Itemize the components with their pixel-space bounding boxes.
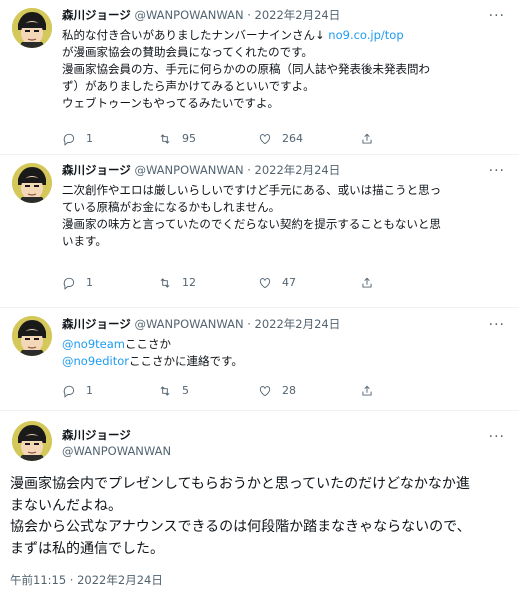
tweet-line: まないんだよね。 <box>10 497 122 514</box>
like-count: 28 <box>282 384 296 397</box>
reply-button[interactable]: 1 <box>62 384 93 398</box>
more-icon[interactable]: ··· <box>489 430 505 444</box>
author-handle[interactable]: @WANPOWANWAN <box>62 444 171 458</box>
tweet-line: ず）がありましたら声かけてみるといいですよ。 <box>62 79 315 93</box>
tweet-line: 漫画家協会内でプレゼンしてもらおうかと思っていたのだけどなかなか進 <box>10 476 470 492</box>
tweet-line: 協会から公式なアナウンスできるのは何段階か踏まなきゃならないので、 <box>10 519 471 535</box>
tweet-1[interactable]: 森川ジョージ @WANPOWANWAN · 2022年2月24日 ··· 私的な… <box>0 0 519 155</box>
author-name[interactable]: 森川ジョージ <box>62 317 131 331</box>
tweet-timestamp[interactable]: 午前11:15 · 2022年2月24日 <box>10 572 163 588</box>
retweet-icon <box>160 278 170 288</box>
tweet-line: 私的な付き合いがありましたナンバーナインさん↓ no9.co.jp/top <box>62 28 404 42</box>
tweet-line: @no9teamここさか <box>62 337 171 351</box>
tweet-text: 二次創作やエロは厳しいらしいですけど手元にある、或いは描こうと思っ ている原稿が… <box>62 182 510 250</box>
tweet-text: @no9teamここさか @no9editorここさかに連絡です。 <box>62 336 510 370</box>
share-icon <box>362 385 372 396</box>
tweet-header: 森川ジョージ @WANPOWANWAN · 2022年2月24日 <box>62 316 340 332</box>
author-name[interactable]: 森川ジョージ <box>62 163 131 177</box>
tweet-3[interactable]: 森川ジョージ @WANPOWANWAN · 2022年2月24日 ··· @no… <box>0 308 519 411</box>
retweet-button[interactable]: 5 <box>158 384 189 398</box>
tweet-line: 二次創作やエロは厳しいらしいですけど手元にある、或いは描こうと思っ <box>62 183 442 197</box>
author-name[interactable]: 森川ジョージ <box>62 8 131 22</box>
mention-link[interactable]: @no9editor <box>62 354 129 368</box>
avatar[interactable] <box>12 316 52 356</box>
like-count: 47 <box>282 276 296 289</box>
share-button[interactable] <box>360 276 374 290</box>
retweet-button[interactable]: 12 <box>158 276 196 290</box>
tweet-date[interactable]: 2022年2月24日 <box>255 8 341 22</box>
tweet-line: が漫画家協会の賛助会員になってくれたのです。 <box>62 45 313 59</box>
more-icon[interactable]: ··· <box>489 164 505 178</box>
tweet-line: ている原稿がお金になるかもしれません。 <box>62 200 281 214</box>
retweet-count: 12 <box>182 276 196 289</box>
retweet-button[interactable]: 95 <box>158 132 196 146</box>
reply-count: 1 <box>86 384 93 397</box>
reply-icon <box>63 277 75 290</box>
reply-button[interactable]: 1 <box>62 132 93 146</box>
reply-icon <box>63 133 75 146</box>
tweet-line: ウェブトゥーンもやってるみたいですよ。 <box>62 96 280 110</box>
share-button[interactable] <box>360 384 374 398</box>
tweet-text: 私的な付き合いがありましたナンバーナインさん↓ no9.co.jp/top が漫… <box>62 27 510 112</box>
share-button[interactable] <box>360 132 374 146</box>
tweet-link[interactable]: no9.co.jp/top <box>328 28 403 42</box>
like-button[interactable]: 28 <box>258 384 296 398</box>
retweet-count: 95 <box>182 132 196 145</box>
tweet-actions: 1 95 264 <box>62 132 482 148</box>
reply-icon <box>63 385 75 398</box>
tweet-line: @no9editorここさかに連絡です。 <box>62 354 243 368</box>
mention-link[interactable]: @no9team <box>62 337 125 351</box>
tweet-date[interactable]: 2022年2月24日 <box>255 317 341 331</box>
tweet-line: 漫画家の味方と言っていたのでくだらない契約を提示することもないと思 <box>62 217 441 231</box>
tweet-line: います。 <box>62 234 107 248</box>
heart-icon <box>259 386 271 397</box>
separator-dot: · <box>247 317 251 331</box>
tweet-actions: 1 12 47 <box>62 276 482 292</box>
like-button[interactable]: 47 <box>258 276 296 290</box>
tweet-line: 漫画家協会員の方、手元に何らかのの原稿（同人誌や発表後未発表問わ <box>62 62 430 76</box>
heart-icon <box>259 134 271 145</box>
author-handle[interactable]: @WANPOWANWAN <box>134 163 243 177</box>
separator-dot: · <box>247 163 251 177</box>
more-icon[interactable]: ··· <box>489 318 505 332</box>
author-handle[interactable]: @WANPOWANWAN <box>134 8 243 22</box>
like-button[interactable]: 264 <box>258 132 303 146</box>
reply-count: 1 <box>86 276 93 289</box>
retweet-icon <box>160 134 170 144</box>
tweet-date[interactable]: 2022年2月24日 <box>255 163 341 177</box>
heart-icon <box>259 278 271 289</box>
avatar[interactable] <box>12 421 52 461</box>
retweet-icon <box>160 386 170 396</box>
reply-count: 1 <box>86 132 93 145</box>
like-count: 264 <box>282 132 303 145</box>
tweet-actions: 1 5 28 <box>62 384 482 400</box>
share-icon <box>362 133 372 144</box>
reply-button[interactable]: 1 <box>62 276 93 290</box>
author-name[interactable]: 森川ジョージ <box>62 427 131 443</box>
retweet-count: 5 <box>182 384 189 397</box>
avatar[interactable] <box>12 8 52 48</box>
avatar[interactable] <box>12 163 52 203</box>
tweet-header: 森川ジョージ @WANPOWANWAN · 2022年2月24日 <box>62 162 340 178</box>
author-handle[interactable]: @WANPOWANWAN <box>134 317 243 331</box>
share-icon <box>362 277 372 288</box>
tweet-2[interactable]: 森川ジョージ @WANPOWANWAN · 2022年2月24日 ··· 二次創… <box>0 155 519 308</box>
tweet-header: 森川ジョージ @WANPOWANWAN · 2022年2月24日 <box>62 7 340 23</box>
tweet-line: まずは私的通信でした。 <box>10 540 164 557</box>
more-icon[interactable]: ··· <box>489 9 505 23</box>
separator-dot: · <box>247 8 251 22</box>
tweet-text: 漫画家協会内でプレゼンしてもらおうかと思っていたのだけどなかなか進 まないんだよ… <box>10 474 515 560</box>
